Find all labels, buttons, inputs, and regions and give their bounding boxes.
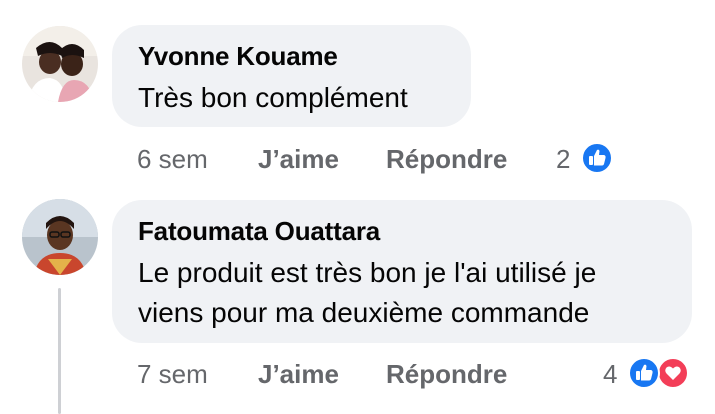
reply-button[interactable]: Répondre	[386, 144, 507, 175]
like-button[interactable]: J’aime	[258, 144, 339, 175]
comment-timestamp[interactable]: 7 sem	[137, 359, 208, 390]
avatar-fatoumata-ouattara[interactable]	[22, 199, 98, 275]
avatar-yvonne-kouame[interactable]	[22, 26, 98, 102]
like-icon[interactable]	[580, 141, 614, 175]
comment-timestamp[interactable]: 6 sem	[137, 144, 208, 175]
like-button[interactable]: J’aime	[258, 359, 339, 390]
reaction-count[interactable]: 2	[556, 144, 570, 175]
reply-thread-line	[58, 288, 61, 414]
reaction-count[interactable]: 4	[603, 359, 617, 390]
reply-button[interactable]: Répondre	[386, 359, 507, 390]
comment-author[interactable]: Fatoumata Ouattara	[138, 216, 380, 247]
comment-text-line-1: Le produit est très bon je l'ai utilisé …	[138, 257, 597, 288]
love-icon[interactable]	[656, 356, 690, 390]
comment-text: Très bon complément	[138, 82, 408, 113]
like-icon[interactable]	[627, 356, 661, 390]
comment-author[interactable]: Yvonne Kouame	[138, 41, 338, 72]
comment-text-line-2: viens pour ma deuxième commande	[138, 297, 590, 328]
